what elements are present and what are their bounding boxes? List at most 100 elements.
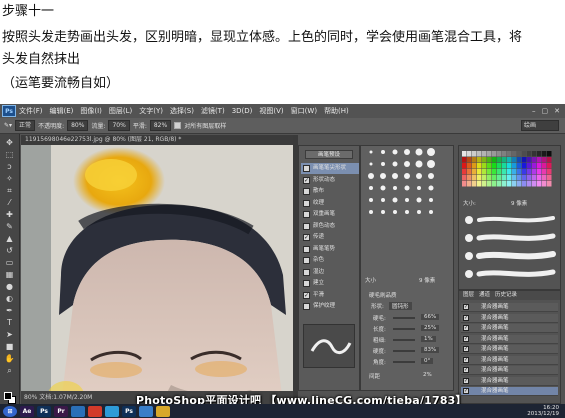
- marquee-tool-icon[interactable]: ⬚: [3, 150, 16, 160]
- bristle-param-value[interactable]: 66%: [421, 314, 440, 320]
- history-state-row[interactable]: ✓ 混合器画笔: [461, 366, 558, 375]
- type-tool-icon[interactable]: T: [3, 318, 16, 328]
- brush-tool-icon[interactable]: ✎: [3, 222, 16, 232]
- menu-window[interactable]: 窗口(W): [291, 106, 317, 116]
- brush-setting-checkbox[interactable]: [303, 303, 310, 310]
- brush-setting-item[interactable]: ✓ 形状动态: [301, 175, 359, 186]
- bristle-param-slider[interactable]: [393, 361, 415, 363]
- brush-mode-select[interactable]: 正常: [15, 120, 36, 131]
- brush-setting-item[interactable]: ✓ 传递: [301, 232, 359, 243]
- menu-3d[interactable]: 3D(D): [232, 107, 253, 115]
- brush-stroke-presets[interactable]: [461, 210, 561, 290]
- brush-setting-item[interactable]: 画笔笔尖形状: [301, 163, 359, 174]
- history-state-row[interactable]: ✓ 混合器画笔: [461, 345, 558, 354]
- gradient-tool-icon[interactable]: ▦: [3, 270, 16, 280]
- bristle-param-value[interactable]: 83%: [421, 347, 440, 353]
- brush-setting-checkbox[interactable]: [303, 268, 310, 276]
- menu-filter[interactable]: 滤镜(T): [201, 106, 225, 116]
- workspace-select[interactable]: 绘画: [521, 120, 559, 131]
- menu-layer[interactable]: 图层(L): [109, 106, 132, 116]
- hand-tool-icon[interactable]: ✋: [3, 354, 16, 364]
- history-state-row[interactable]: ✓ 混合器画笔: [461, 334, 558, 344]
- spacing-value[interactable]: 2%: [423, 372, 432, 378]
- menu-view[interactable]: 视图(V): [259, 106, 283, 116]
- bristle-param-slider[interactable]: [393, 317, 415, 319]
- brush-setting-item[interactable]: 保护纹理: [301, 301, 359, 312]
- shape-tool-icon[interactable]: ■: [3, 342, 16, 352]
- color-swatches-grid[interactable]: [462, 151, 552, 189]
- lasso-tool-icon[interactable]: ↄ: [3, 162, 16, 172]
- bristle-param-value[interactable]: 0°: [421, 358, 434, 364]
- quick-select-tool-icon[interactable]: ✧: [3, 174, 16, 184]
- opacity-field[interactable]: 80%: [67, 120, 89, 131]
- brush-setting-item[interactable]: 双重画笔: [301, 209, 359, 220]
- windows-start-icon[interactable]: ⊞: [3, 405, 17, 417]
- minimize-button[interactable]: –: [532, 107, 536, 115]
- history-state-row[interactable]: ✓ 混合器画笔: [461, 324, 558, 333]
- brush-setting-checkbox[interactable]: ✓: [303, 291, 310, 299]
- brush-tips-grid[interactable]: [361, 146, 455, 256]
- brush-setting-checkbox[interactable]: [303, 257, 310, 264]
- close-button[interactable]: ✕: [554, 107, 560, 115]
- history-state-row[interactable]: ✓ 混合器画笔: [461, 303, 558, 312]
- healing-tool-icon[interactable]: ✚: [3, 210, 16, 220]
- menu-file[interactable]: 文件(F): [19, 106, 43, 116]
- bristle-param-value[interactable]: 1%: [421, 336, 436, 342]
- mixer-brush-tool-icon[interactable]: ✎▾: [4, 122, 12, 129]
- brush-setting-checkbox[interactable]: [303, 222, 310, 230]
- menu-type[interactable]: 文字(Y): [139, 106, 163, 116]
- taskbar-app-icon[interactable]: [105, 405, 119, 417]
- taskbar-app-icon[interactable]: [88, 405, 102, 417]
- bristle-param-slider[interactable]: [393, 328, 415, 330]
- taskbar-app-icon[interactable]: Ps: [122, 405, 136, 417]
- brush-setting-checkbox[interactable]: [303, 199, 310, 207]
- maximize-button[interactable]: ▢: [542, 107, 549, 115]
- taskbar-app-icon[interactable]: [156, 405, 170, 417]
- brush-setting-checkbox[interactable]: [303, 280, 310, 287]
- brush-setting-item[interactable]: 杂色: [301, 255, 359, 266]
- brush-setting-item[interactable]: 湿边: [301, 267, 359, 278]
- image-canvas[interactable]: [21, 145, 293, 404]
- foreground-color-swatch[interactable]: [4, 392, 12, 400]
- tab-history[interactable]: 历史记录: [495, 291, 517, 300]
- bristle-param-value[interactable]: 25%: [421, 325, 440, 331]
- dodge-tool-icon[interactable]: ◐: [3, 294, 16, 304]
- zoom-tool-icon[interactable]: ⌕: [3, 366, 16, 376]
- taskbar-app-icon[interactable]: Ps: [37, 405, 51, 417]
- history-brush-tool-icon[interactable]: ↺: [3, 246, 16, 256]
- flow-field[interactable]: 70%: [108, 120, 130, 131]
- menu-help[interactable]: 帮助(H): [324, 106, 349, 116]
- history-state-row[interactable]: ✓ 混合器画笔: [461, 355, 558, 365]
- stamp-tool-icon[interactable]: ▲: [3, 234, 16, 244]
- eraser-tool-icon[interactable]: ▭: [3, 258, 16, 268]
- blur-tool-icon[interactable]: ●: [3, 282, 16, 292]
- smooth-field[interactable]: 82%: [149, 120, 172, 131]
- menu-image[interactable]: 图像(I): [80, 106, 102, 116]
- sample-all-layers-checkbox[interactable]: [174, 122, 182, 129]
- pen-tool-icon[interactable]: ✒: [3, 306, 16, 316]
- taskbar-app-icon[interactable]: Ae: [20, 405, 34, 417]
- brush-setting-item[interactable]: 散布: [301, 186, 359, 197]
- brush-setting-checkbox[interactable]: [303, 188, 310, 195]
- history-state-row[interactable]: ✓ 混合器画笔: [461, 376, 558, 386]
- crop-tool-icon[interactable]: ⌗: [3, 186, 16, 196]
- taskbar-app-icon[interactable]: [139, 405, 153, 417]
- tab-channels[interactable]: 通道: [479, 291, 490, 300]
- menu-edit[interactable]: 编辑(E): [50, 106, 74, 116]
- brush-size-value[interactable]: 9 像素: [419, 276, 435, 284]
- brush-setting-item[interactable]: 颜色动态: [301, 221, 359, 232]
- bristle-param-slider[interactable]: [393, 350, 415, 352]
- bristle-param-slider[interactable]: [393, 339, 415, 341]
- brush-setting-checkbox[interactable]: ✓: [303, 176, 310, 184]
- menu-select[interactable]: 选择(S): [170, 106, 194, 116]
- panel-brush-size-value[interactable]: 9 像素: [511, 199, 527, 207]
- path-select-tool-icon[interactable]: ➤: [3, 330, 16, 340]
- move-tool-icon[interactable]: ✥: [3, 138, 16, 148]
- brush-presets-button[interactable]: 画笔预设: [305, 150, 353, 159]
- brush-setting-item[interactable]: 画笔笔势: [301, 244, 359, 255]
- brush-setting-item[interactable]: ✓ 平滑: [301, 290, 359, 301]
- brush-setting-item[interactable]: 建立: [301, 278, 359, 289]
- brush-setting-item[interactable]: 纹理: [301, 198, 359, 209]
- brush-setting-checkbox[interactable]: [303, 211, 310, 218]
- tab-layers[interactable]: 图层: [463, 291, 474, 300]
